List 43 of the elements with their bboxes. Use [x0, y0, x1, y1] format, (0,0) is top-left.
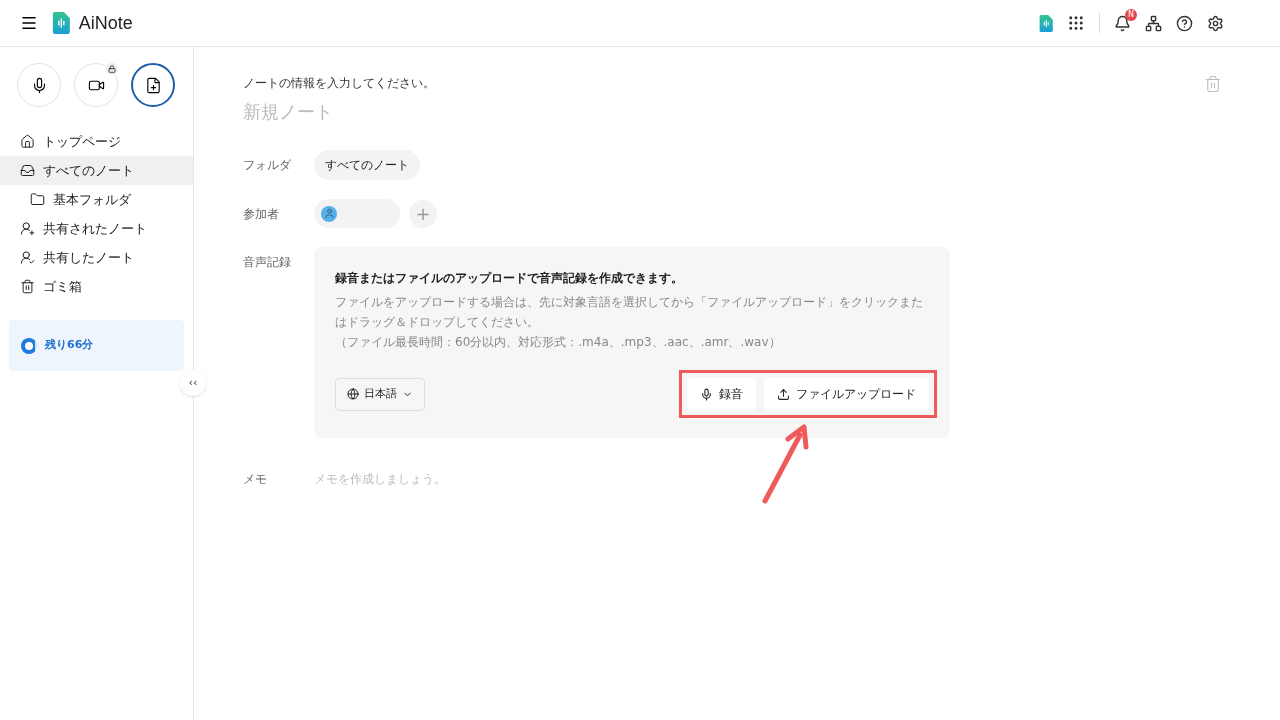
folder-icon [30, 192, 45, 207]
logo-icon [52, 12, 71, 34]
trash-icon [20, 279, 35, 294]
note-prompt: ノートの情報を入力してください。 [243, 75, 435, 92]
upload-icon [777, 387, 790, 401]
audio-formats: （ファイル最長時間：60分以内、対応形式：.m4a、.mp3、.aac、.amr、.wav） [335, 334, 782, 351]
audio-heading: 録音またはファイルのアップロードで音声記録を作成できます。 [335, 270, 684, 287]
audio-label: 音声記録 [243, 254, 292, 271]
app-name: AiNote [78, 11, 133, 35]
folder-chip[interactable]: すべてのノート [314, 150, 420, 180]
apps-grid-icon[interactable] [1067, 14, 1085, 32]
title-field[interactable]: 新規ノート [243, 98, 643, 125]
record-button[interactable]: 録音 [687, 378, 756, 410]
logo-icon [1038, 14, 1053, 32]
note-action-button[interactable] [131, 63, 175, 107]
sidebar-item[interactable]: すべてのノート [0, 156, 193, 185]
home-icon [20, 134, 35, 149]
avatar-icon [321, 205, 337, 222]
sidebar-item[interactable]: 共有したノート [0, 243, 193, 272]
audio-description: ファイルをアップロードする場合は、先に対象言語を選択してから「ファイルアップロード」をクリックまたはドラッグ＆ドロップしてください。 [335, 294, 924, 331]
upload-button[interactable]: ファイルアップロード [764, 378, 929, 410]
globe-icon [347, 388, 359, 400]
memo-label: メモ [243, 471, 268, 488]
lock-icon [105, 62, 119, 76]
shared-out-icon [20, 250, 35, 265]
inbox-icon [20, 163, 35, 178]
notification-badge: N [1125, 8, 1137, 21]
sidebar-item[interactable]: 共有されたノート [0, 214, 193, 243]
collapse-button[interactable]: ‹‹ [180, 370, 206, 396]
quota-label: 残り66分 [45, 337, 94, 354]
menu-icon[interactable] [20, 14, 38, 32]
help-icon[interactable] [1176, 14, 1193, 32]
shared-in-icon [20, 221, 35, 236]
hierarchy-icon[interactable] [1145, 14, 1162, 32]
settings-icon[interactable] [1207, 14, 1224, 32]
participants-label: 参加者 [243, 205, 280, 223]
mic-icon [700, 387, 713, 401]
sidebar-item[interactable]: 基本フォルダ [0, 185, 193, 214]
sidebar-item[interactable]: トップページ [0, 127, 193, 156]
sidebar-item[interactable]: ゴミ箱 [0, 272, 193, 301]
language-dropdown[interactable]: 日本語 [335, 377, 425, 411]
note-icon [144, 76, 162, 94]
folder-label: フォルダ [243, 157, 292, 174]
